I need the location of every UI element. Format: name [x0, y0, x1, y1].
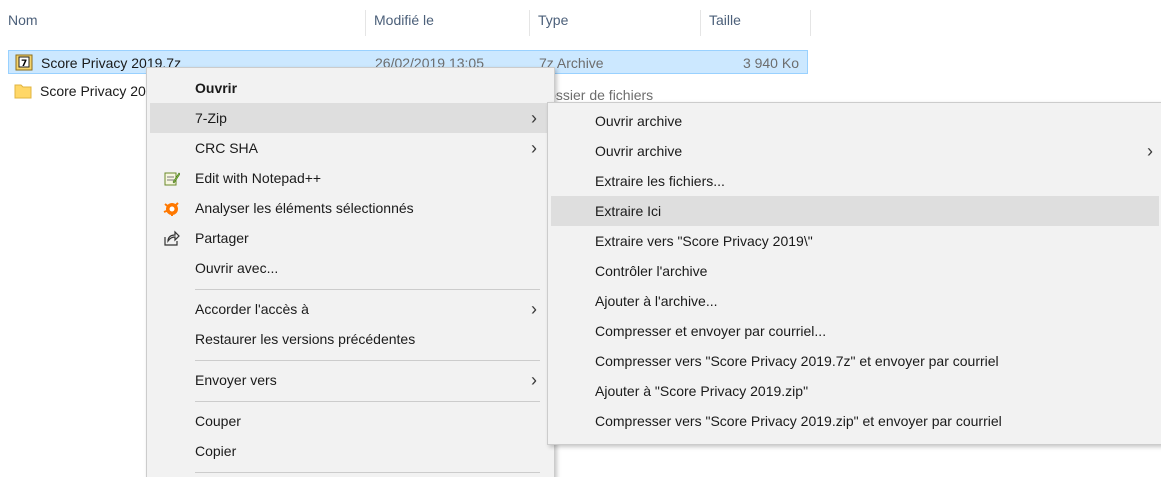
submenu-item-open-archive-more[interactable]: Ouvrir archive ›	[551, 136, 1159, 166]
column-divider[interactable]	[810, 10, 811, 36]
menu-item-send-to[interactable]: Envoyer vers ›	[150, 365, 551, 395]
column-header-size[interactable]: Taille	[709, 0, 741, 40]
chevron-right-icon: ›	[1147, 141, 1153, 161]
submenu-item-compress-zip-email[interactable]: Compresser vers "Score Privacy 2019.zip"…	[551, 406, 1159, 436]
submenu-item-label: Compresser vers "Score Privacy 2019.7z" …	[595, 353, 999, 369]
submenu-item-compress-email[interactable]: Compresser et envoyer par courriel...	[551, 316, 1159, 346]
7zip-submenu: Ouvrir archive Ouvrir archive › Extraire…	[547, 102, 1161, 445]
menu-item-label: Analyser les éléments sélectionnés	[195, 200, 414, 216]
submenu-item-label: Extraire les fichiers...	[595, 173, 725, 189]
menu-item-label: Accorder l'accès à	[195, 301, 309, 317]
menu-separator	[195, 472, 540, 473]
7z-archive-icon: 7	[15, 54, 33, 71]
submenu-item-extract-here[interactable]: Extraire Ici	[551, 196, 1159, 226]
menu-item-7zip[interactable]: 7-Zip ›	[150, 103, 551, 133]
file-size: 3 940 Ko	[742, 55, 799, 71]
menu-separator	[195, 360, 540, 361]
menu-item-analyse[interactable]: Analyser les éléments sélectionnés	[150, 193, 551, 223]
menu-item-grant-access[interactable]: Accorder l'accès à ›	[150, 294, 551, 324]
chevron-right-icon: ›	[531, 108, 537, 128]
submenu-item-test-archive[interactable]: Contrôler l'archive	[551, 256, 1159, 286]
menu-item-restore-versions[interactable]: Restaurer les versions précédentes	[150, 324, 551, 354]
submenu-item-label: Extraire Ici	[595, 203, 662, 219]
column-divider[interactable]	[700, 10, 701, 36]
menu-item-cut[interactable]: Couper	[150, 406, 551, 436]
svg-text:7: 7	[21, 59, 27, 69]
share-icon	[164, 230, 180, 246]
menu-item-open-with[interactable]: Ouvrir avec...	[150, 253, 551, 283]
notepadplusplus-icon	[164, 172, 180, 186]
menu-separator	[195, 401, 540, 402]
menu-item-label: Envoyer vers	[195, 372, 277, 388]
column-header-modified[interactable]: Modifié le	[374, 0, 434, 40]
menu-item-copy[interactable]: Copier	[150, 436, 551, 466]
menu-item-label: Ouvrir	[195, 80, 238, 96]
menu-item-edit-notepad[interactable]: Edit with Notepad++	[150, 163, 551, 193]
chevron-right-icon: ›	[531, 299, 537, 319]
column-divider[interactable]	[529, 10, 530, 36]
column-divider[interactable]	[365, 10, 366, 36]
folder-icon	[14, 84, 32, 99]
menu-item-label: Restaurer les versions précédentes	[195, 331, 416, 347]
submenu-item-label: Contrôler l'archive	[595, 263, 708, 279]
menu-item-label: CRC SHA	[195, 140, 259, 156]
submenu-item-add-to-archive[interactable]: Ajouter à l'archive...	[551, 286, 1159, 316]
chevron-right-icon: ›	[531, 138, 537, 158]
menu-item-label: Partager	[195, 230, 249, 246]
submenu-item-label: Compresser et envoyer par courriel...	[595, 323, 827, 339]
menu-item-share[interactable]: Partager	[150, 223, 551, 253]
column-header-type[interactable]: Type	[538, 0, 568, 40]
submenu-item-extract-files[interactable]: Extraire les fichiers...	[551, 166, 1159, 196]
submenu-item-add-to-zip[interactable]: Ajouter à "Score Privacy 2019.zip"	[551, 376, 1159, 406]
menu-item-label: Copier	[195, 443, 237, 459]
menu-separator	[195, 289, 540, 290]
menu-item-label: Ouvrir avec...	[195, 260, 279, 276]
file-name: Score Privacy 2019	[40, 83, 162, 99]
menu-item-label: Couper	[195, 413, 241, 429]
menu-item-label: Edit with Notepad++	[195, 170, 322, 186]
submenu-item-extract-to-folder[interactable]: Extraire vers "Score Privacy 2019\"	[551, 226, 1159, 256]
submenu-item-open-archive[interactable]: Ouvrir archive	[551, 106, 1159, 136]
submenu-item-label: Compresser vers "Score Privacy 2019.zip"…	[595, 413, 1002, 429]
submenu-item-label: Ouvrir archive	[595, 143, 683, 159]
submenu-item-label: Ouvrir archive	[595, 113, 683, 129]
menu-item-label: 7-Zip	[195, 110, 227, 126]
submenu-item-label: Ajouter à l'archive...	[595, 293, 718, 309]
menu-item-open[interactable]: Ouvrir	[150, 73, 551, 103]
column-header-name[interactable]: Nom	[8, 0, 38, 40]
chevron-right-icon: ›	[531, 370, 537, 390]
context-menu: Ouvrir 7-Zip › CRC SHA › Edit with Notep…	[146, 67, 555, 477]
submenu-item-compress-7z-email[interactable]: Compresser vers "Score Privacy 2019.7z" …	[551, 346, 1159, 376]
submenu-item-label: Ajouter à "Score Privacy 2019.zip"	[595, 383, 809, 399]
menu-item-crc-sha[interactable]: CRC SHA ›	[150, 133, 551, 163]
avast-icon	[163, 202, 179, 216]
submenu-item-label: Extraire vers "Score Privacy 2019\"	[595, 233, 813, 249]
